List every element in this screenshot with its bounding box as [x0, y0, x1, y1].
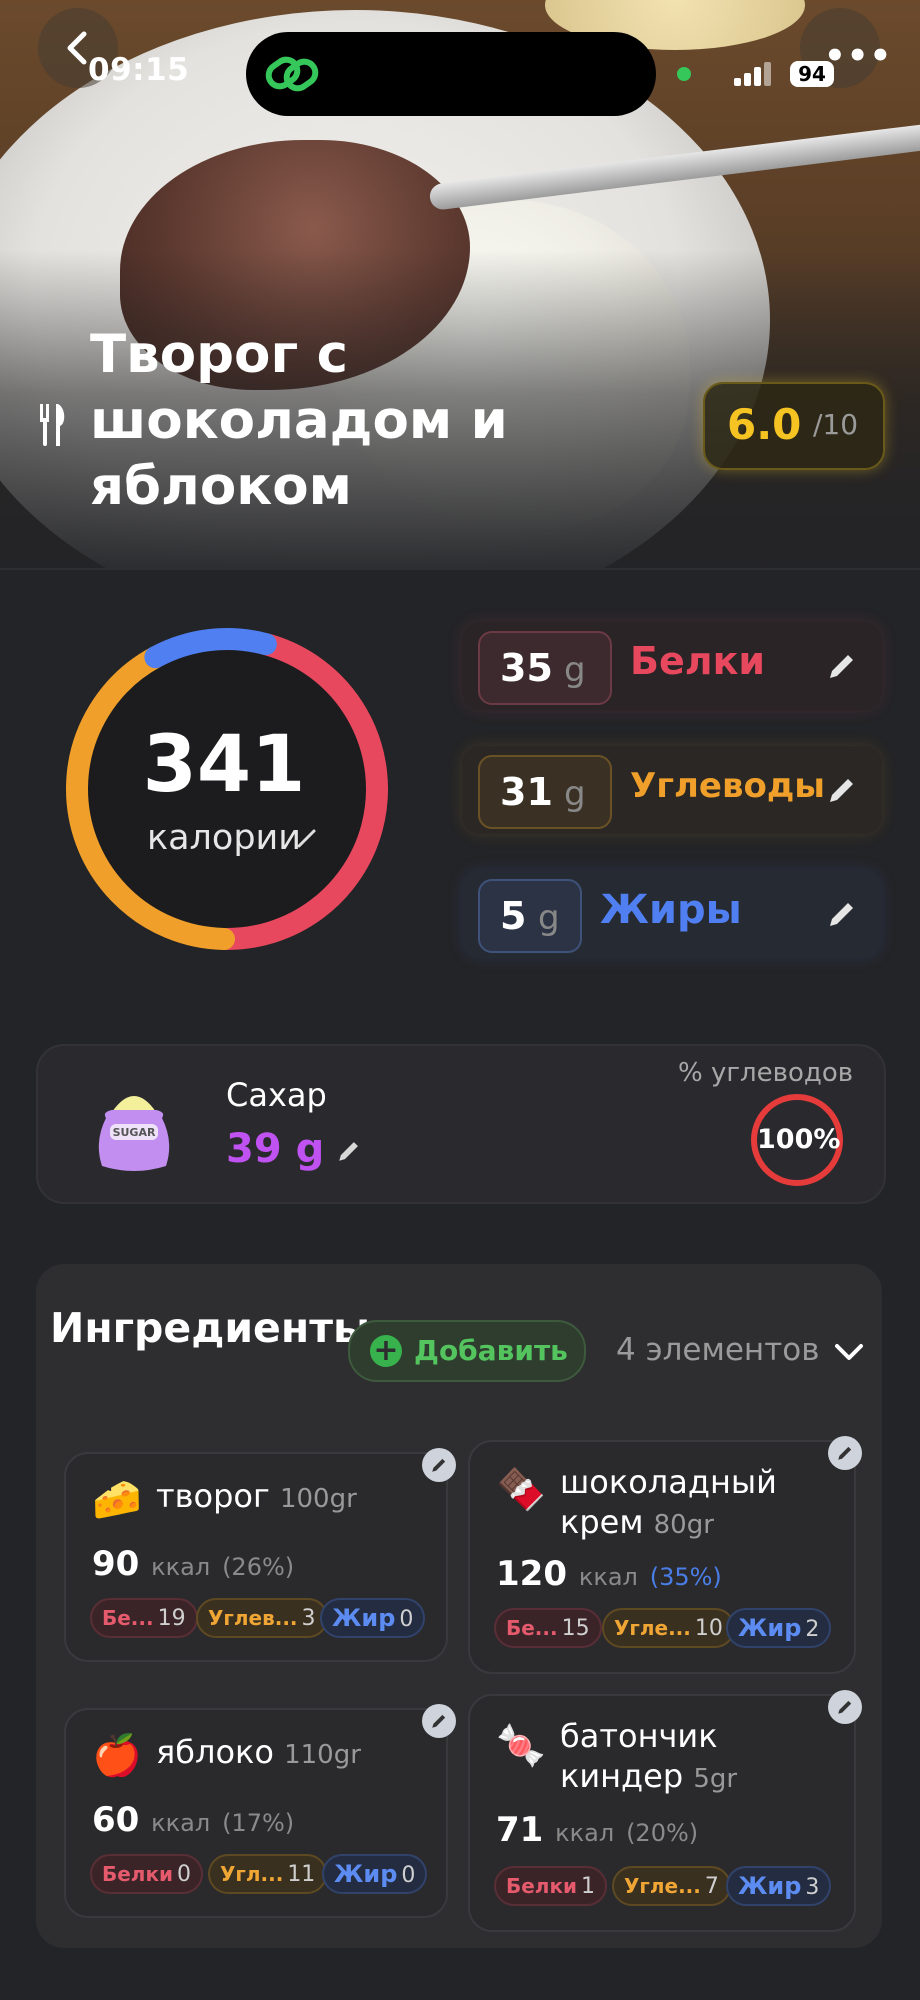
- pill-fat: Жир 0: [322, 1854, 428, 1894]
- apple-icon: 🍎: [92, 1733, 142, 1779]
- pill-protein: Бе... 15: [494, 1608, 602, 1648]
- ingredient-name: яблоко 110gr: [156, 1733, 361, 1771]
- pill-protein: Бе... 19: [90, 1598, 198, 1638]
- carbs-unit: g: [564, 774, 586, 814]
- pill-carbs: Угл... 11: [208, 1854, 328, 1894]
- ingredient-kcal: 90 ккал (26%): [92, 1544, 295, 1584]
- fat-box: 5 g: [478, 879, 582, 953]
- calories-label[interactable]: калории: [72, 818, 376, 858]
- ingredient-card-kinder-bar[interactable]: 🍬 батончик киндер 5gr 71 ккал (20%) Белк…: [468, 1690, 862, 1932]
- ingredient-card-apple[interactable]: 🍎 яблоко 110gr 60 ккал (17%) Белки 0 Угл.…: [64, 1704, 456, 1918]
- ingredient-name: творог 100gr: [156, 1477, 357, 1515]
- carbs-label: Углеводы: [630, 766, 826, 806]
- chevron-down-icon[interactable]: [834, 1342, 864, 1362]
- edit-ingredient-button[interactable]: [828, 1690, 862, 1724]
- candy-icon: 🍬: [496, 1723, 546, 1769]
- protein-unit: g: [564, 650, 586, 690]
- divider: [0, 568, 920, 570]
- fork-knife-icon: [40, 404, 65, 446]
- ingredients-title: Ингредиенты: [50, 1304, 371, 1352]
- protein-box: 35 g: [478, 631, 612, 705]
- pill-carbs: Углев... 3: [196, 1598, 328, 1638]
- carbs-percent-label: % углеводов: [678, 1058, 854, 1088]
- pencil-icon: [432, 1714, 446, 1728]
- edit-icon[interactable]: [826, 774, 858, 806]
- carbs-value: 31: [500, 770, 553, 814]
- sugar-bag-icon: SUGAR: [98, 1096, 170, 1171]
- ingredient-kcal: 71 ккал (20%): [496, 1810, 699, 1850]
- edit-ingredient-button[interactable]: [828, 1436, 862, 1470]
- ingredient-name: батончик киндер 5gr: [560, 1717, 738, 1795]
- fat-unit: g: [538, 898, 560, 938]
- dynamic-island: [246, 32, 656, 116]
- health-score-badge: 6.0 /10: [703, 382, 885, 470]
- macro-protein[interactable]: 35 g Белки: [462, 622, 882, 710]
- sugar-percent-gauge: 100%: [751, 1094, 843, 1186]
- privacy-indicator: [677, 67, 691, 81]
- pencil-icon: [838, 1446, 852, 1460]
- calories-value: 341: [142, 720, 306, 810]
- pill-fat: Жир 2: [726, 1608, 832, 1648]
- edit-calories-icon[interactable]: [296, 827, 318, 849]
- protein-value: 35: [500, 646, 553, 690]
- ingredient-card-tvorog[interactable]: 🧀 творог 100gr 90 ккал (26%) Бе... 19 Угл…: [64, 1448, 456, 1662]
- sugar-value: 39 g: [226, 1126, 325, 1172]
- sugar-card[interactable]: SUGAR Сахар 39 g % углеводов 100%: [36, 1044, 886, 1204]
- macro-fat[interactable]: 5 g Жиры: [462, 870, 882, 958]
- svg-text:SUGAR: SUGAR: [113, 1126, 156, 1139]
- pill-fat: Жир 3: [726, 1866, 832, 1906]
- sugar-label: Сахар: [226, 1076, 327, 1114]
- ingredient-card-chocolate-cream[interactable]: 🍫 шоколадный крем 80gr 120 ккал (35%) Бе…: [468, 1436, 862, 1674]
- ingredient-kcal: 60 ккал (17%): [92, 1800, 295, 1840]
- link-icon: [265, 56, 319, 92]
- fat-value: 5: [500, 894, 527, 938]
- chocolate-icon: 🍫: [496, 1467, 546, 1513]
- more-dots-icon: •••: [824, 36, 893, 76]
- add-ingredient-button[interactable]: + Добавить: [348, 1320, 586, 1382]
- carbs-box: 31 g: [478, 755, 612, 829]
- edit-ingredient-button[interactable]: [422, 1448, 456, 1482]
- pencil-icon: [838, 1700, 852, 1714]
- meal-title: Творог с шоколадом и яблоком: [90, 324, 508, 517]
- add-label: Добавить: [414, 1334, 568, 1367]
- fat-label: Жиры: [600, 887, 742, 933]
- battery-indicator: 94: [790, 61, 834, 87]
- pencil-icon: [432, 1458, 446, 1472]
- edit-icon[interactable]: [826, 898, 858, 930]
- protein-label: Белки: [630, 639, 765, 683]
- macro-carbs[interactable]: 31 g Углеводы: [462, 746, 882, 834]
- pill-protein: Белки 1: [494, 1866, 608, 1906]
- cheese-icon: 🧀: [92, 1477, 142, 1523]
- pill-carbs: Угле... 7: [612, 1866, 731, 1906]
- score-value: 6.0: [727, 400, 802, 449]
- plus-icon: +: [370, 1335, 402, 1367]
- ingredient-kcal: 120 ккал (35%): [496, 1554, 722, 1594]
- edit-ingredient-button[interactable]: [422, 1704, 456, 1738]
- edit-icon[interactable]: [826, 650, 858, 682]
- pill-protein: Белки 0: [90, 1854, 204, 1894]
- pill-fat: Жир 0: [320, 1598, 426, 1638]
- signal-icon: [734, 62, 771, 86]
- edit-sugar-icon[interactable]: [336, 1138, 362, 1164]
- ingredient-name: шоколадный крем 80gr: [560, 1463, 777, 1541]
- score-max: /10: [813, 408, 859, 441]
- pill-carbs: Угле... 10: [602, 1608, 735, 1648]
- ingredients-count: 4 элементов: [616, 1332, 820, 1368]
- status-time: 09:15: [88, 52, 190, 88]
